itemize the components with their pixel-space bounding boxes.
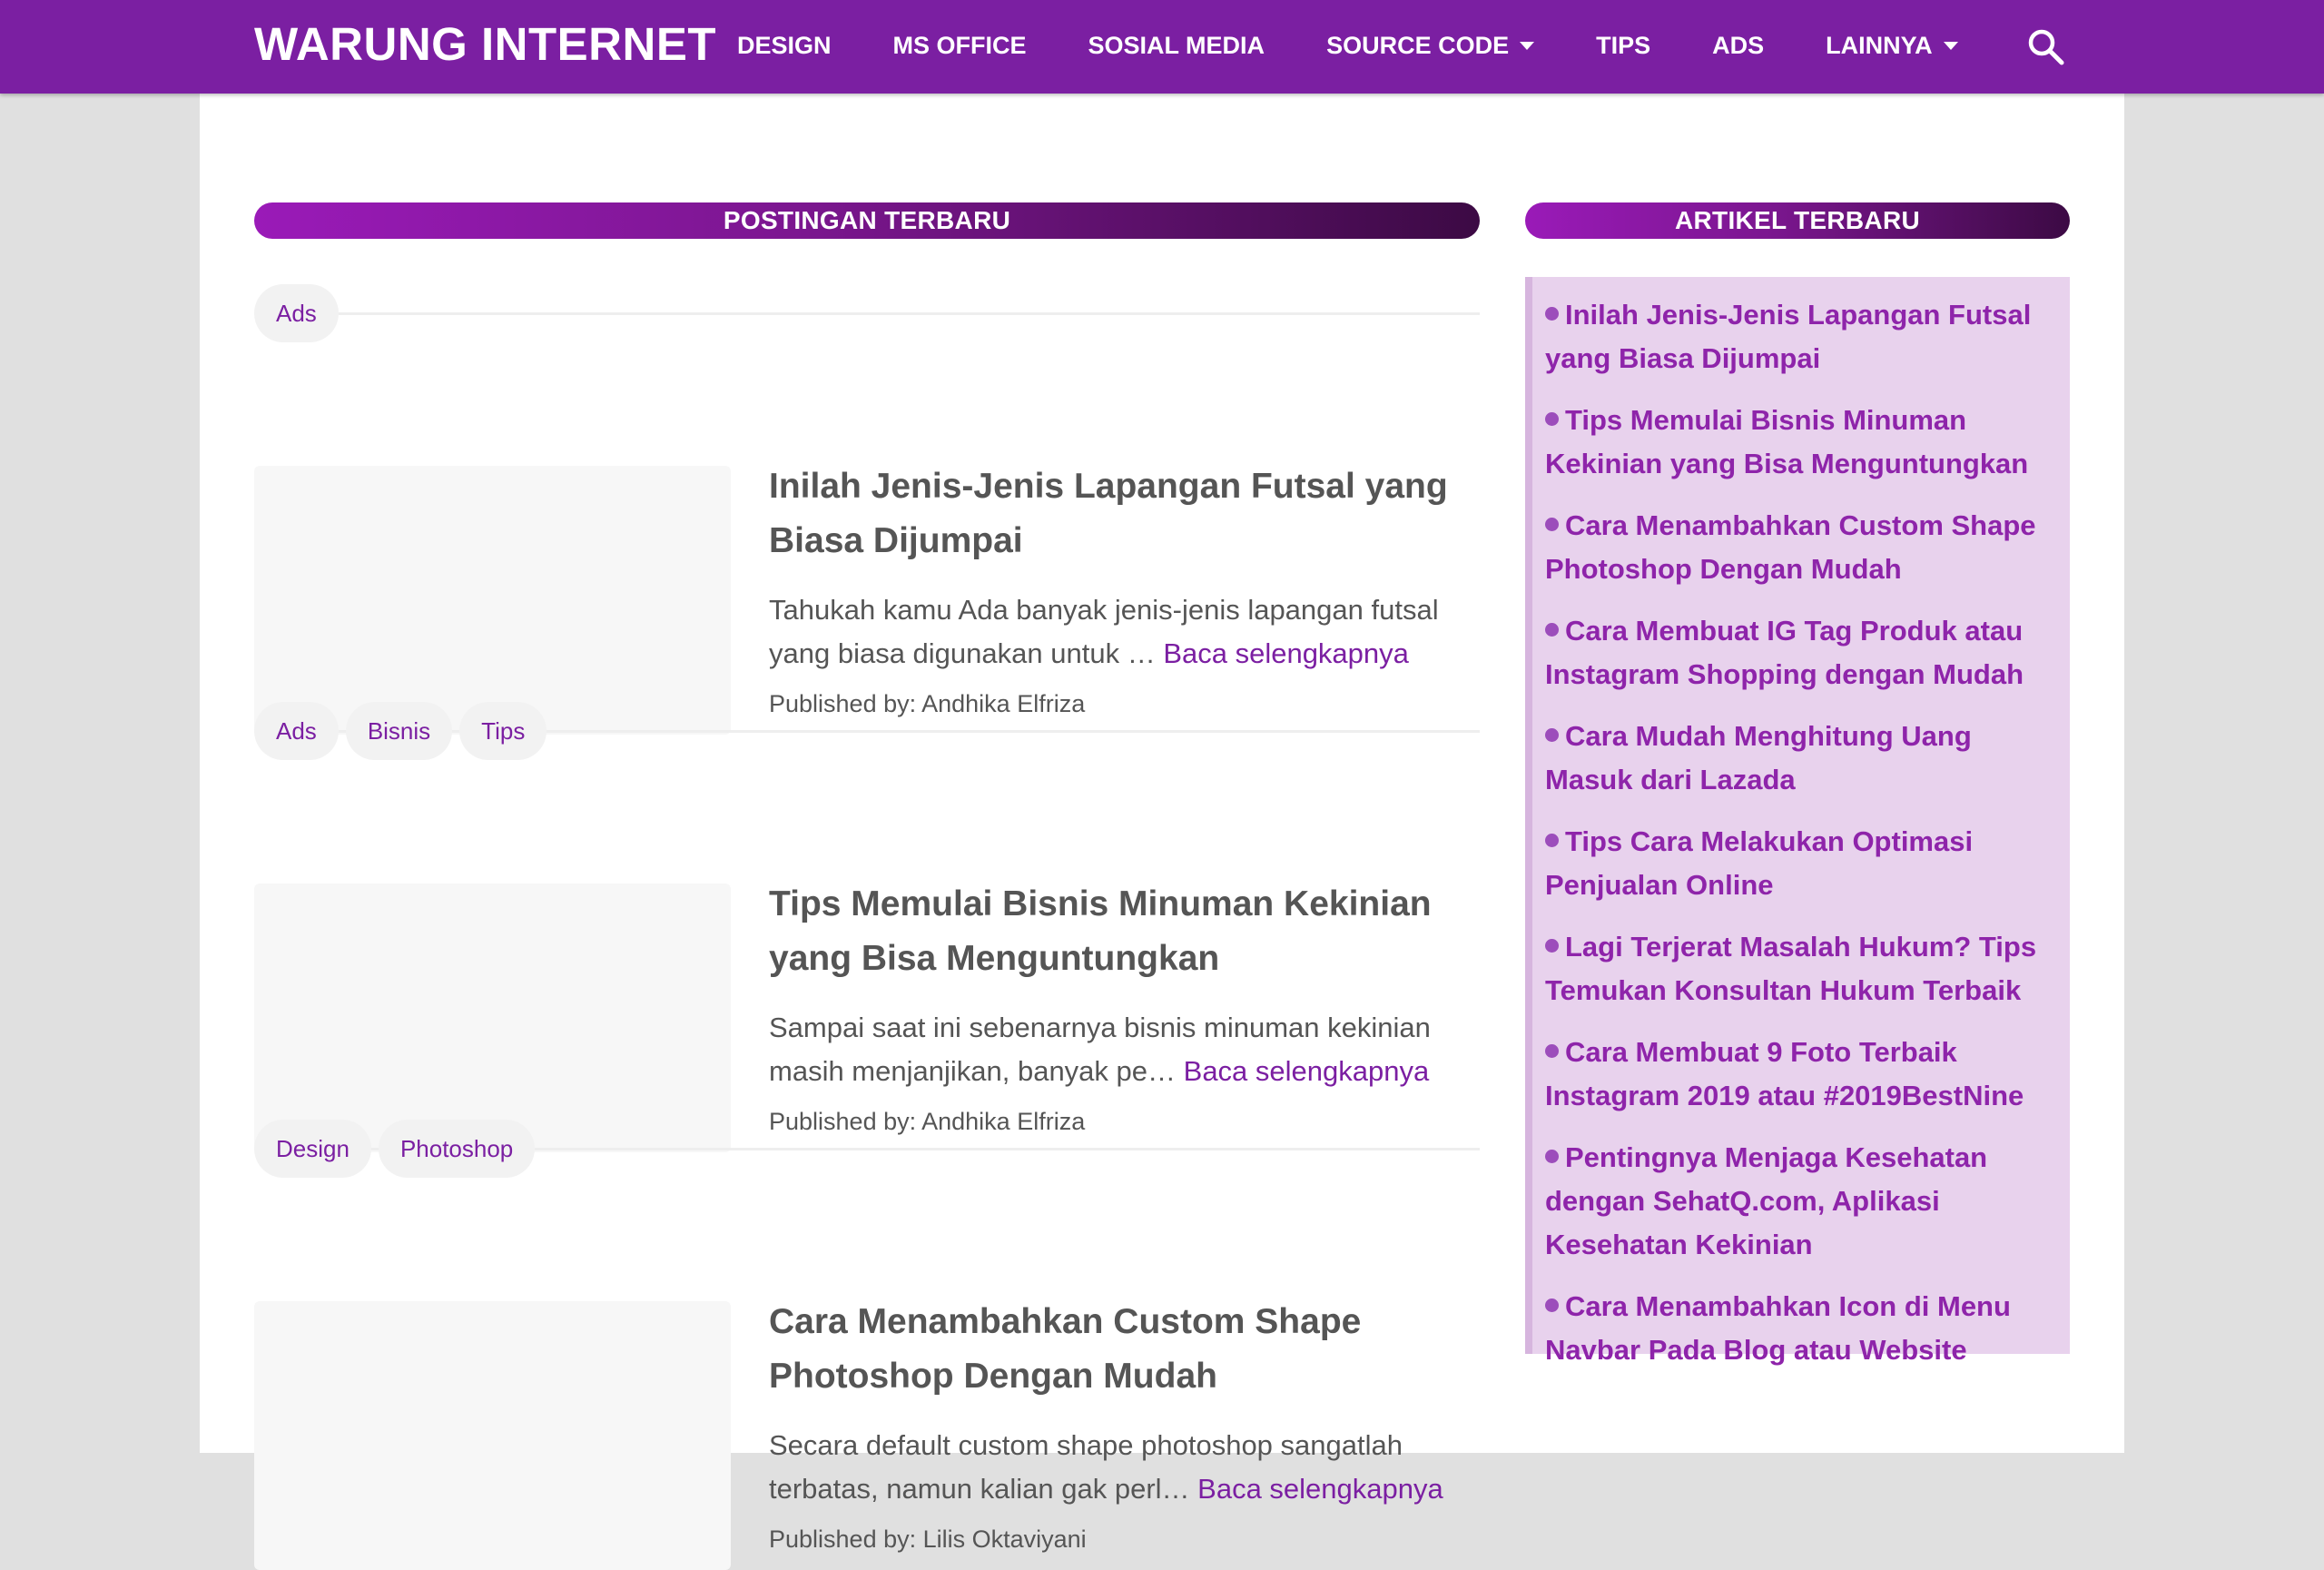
recent-article-title: Inilah Jenis-Jenis Lapangan Futsal yang … [1545,299,2032,374]
caret-down-icon [1520,41,1535,50]
tag-link[interactable]: Photoshop [378,1120,536,1178]
recent-article-link[interactable]: Cara Membuat 9 Foto Terbaik Instagram 20… [1545,1031,2061,1118]
post-body: Cara Menambahkan Custom Shape Photoshop … [769,1295,1477,1554]
recent-article-title: Cara Membuat 9 Foto Terbaik Instagram 20… [1545,1036,2024,1111]
nav-item-tips[interactable]: TIPS [1565,0,1681,91]
post-title[interactable]: Cara Menambahkan Custom Shape Photoshop … [769,1295,1477,1404]
post-title[interactable]: Inilah Jenis-Jenis Lapangan Futsal yang … [769,459,1477,568]
bullet-icon [1545,1044,1559,1058]
nav-item-design[interactable]: DESIGN [737,0,862,91]
tag-link[interactable]: Ads [254,702,339,760]
recent-article-title: Pentingnya Menjaga Kesehatan dengan Seha… [1545,1141,1988,1260]
tag-link[interactable]: Ads [254,284,339,342]
post-tags: Ads [254,284,1480,342]
search-button[interactable] [2026,27,2066,67]
bullet-icon [1545,728,1559,742]
nav-item-source-code[interactable]: SOURCE CODE [1295,0,1565,91]
post-thumbnail[interactable] [254,1301,731,1570]
recent-article-title: Cara Menambahkan Custom Shape Photoshop … [1545,509,2036,585]
sidebar-title: ARTIKEL TERBARU [1525,202,2070,239]
post-author: Published by: Lilis Oktaviyani [769,1526,1087,1553]
recent-article-title: Cara Membuat IG Tag Produk atau Instagra… [1545,615,2024,690]
post-card: Ads Inilah Jenis-Jenis Lapangan Futsal y… [254,202,1480,735]
tag-link[interactable]: Design [254,1120,371,1178]
search-icon [2028,29,2064,65]
bullet-icon [1545,939,1559,953]
tag-link[interactable]: Bisnis [345,702,453,760]
main-menu: DESIGN MS OFFICE SOSIAL MEDIA SOURCE COD… [737,0,1989,91]
recent-article-link[interactable]: Cara Menambahkan Icon di Menu Navbar Pad… [1545,1285,2061,1372]
nav-item-label: LAINNYA [1826,32,1933,59]
content-container: POSTINGAN TERBARU Ads Inilah Jenis-Jenis… [200,94,2124,1570]
nav-item-label: SOSIAL MEDIA [1088,32,1265,59]
recent-article-link[interactable]: Inilah Jenis-Jenis Lapangan Futsal yang … [1545,293,2061,380]
nav-item-ms-office[interactable]: MS OFFICE [862,0,1058,91]
recent-article-title: Lagi Terjerat Masalah Hukum? Tips Temuka… [1545,931,2037,1006]
nav-item-label: ADS [1712,32,1765,59]
recent-article-link[interactable]: Lagi Terjerat Masalah Hukum? Tips Temuka… [1545,925,2061,1012]
post-tags: Ads Bisnis Tips [254,702,1480,760]
post-card: Ads Bisnis Tips Tips Memulai Bisnis Minu… [254,620,1480,1152]
recent-article-title: Cara Mudah Menghitung Uang Masuk dari La… [1545,720,1972,795]
post-excerpt: Secara default custom shape photoshop sa… [769,1424,1477,1511]
bullet-icon [1545,1298,1559,1312]
read-more-link[interactable]: Baca selengkapnya [1197,1473,1443,1505]
recent-article-link[interactable]: Pentingnya Menjaga Kesehatan dengan Seha… [1545,1136,2061,1267]
recent-article-link[interactable]: Tips Cara Melakukan Optimasi Penjualan O… [1545,820,2061,907]
recent-article-link[interactable]: Tips Memulai Bisnis Minuman Kekinian yan… [1545,399,2061,486]
tag-link[interactable]: Tips [459,702,547,760]
nav-item-label: SOURCE CODE [1326,32,1510,59]
nav-item-label: TIPS [1596,32,1651,59]
bullet-icon [1545,412,1559,426]
recent-article-title: Tips Memulai Bisnis Minuman Kekinian yan… [1545,404,2029,479]
recent-article-link[interactable]: Cara Membuat IG Tag Produk atau Instagra… [1545,609,2061,696]
nav-item-sosial-media[interactable]: SOSIAL MEDIA [1058,0,1296,91]
site-brand-link[interactable]: WARUNG INTERNET [254,0,716,91]
nav-item-label: DESIGN [737,32,832,59]
nav-item-label: MS OFFICE [892,32,1027,59]
bullet-icon [1545,1150,1559,1163]
caret-down-icon [1943,41,1958,50]
bullet-icon [1545,623,1559,637]
bullet-icon [1545,518,1559,531]
post-title[interactable]: Tips Memulai Bisnis Minuman Kekinian yan… [769,877,1477,986]
recent-article-link[interactable]: Cara Menambahkan Custom Shape Photoshop … [1545,504,2061,591]
nav-item-ads[interactable]: ADS [1681,0,1795,91]
bullet-icon [1545,307,1559,321]
recent-article-title: Tips Cara Melakukan Optimasi Penjualan O… [1545,825,1974,901]
bullet-icon [1545,834,1559,847]
post-card: Design Photoshop Cara Menambahkan Custom… [254,1038,1480,1570]
top-navbar: WARUNG INTERNET DESIGN MS OFFICE SOSIAL … [0,0,2324,94]
recent-article-title: Cara Menambahkan Icon di Menu Navbar Pad… [1545,1290,2011,1366]
recent-articles-list: Inilah Jenis-Jenis Lapangan Futsal yang … [1525,277,2070,1366]
post-tags: Design Photoshop [254,1120,1480,1178]
nav-item-lainnya[interactable]: LAINNYA [1795,0,1989,91]
recent-article-link[interactable]: Cara Mudah Menghitung Uang Masuk dari La… [1545,715,2061,802]
